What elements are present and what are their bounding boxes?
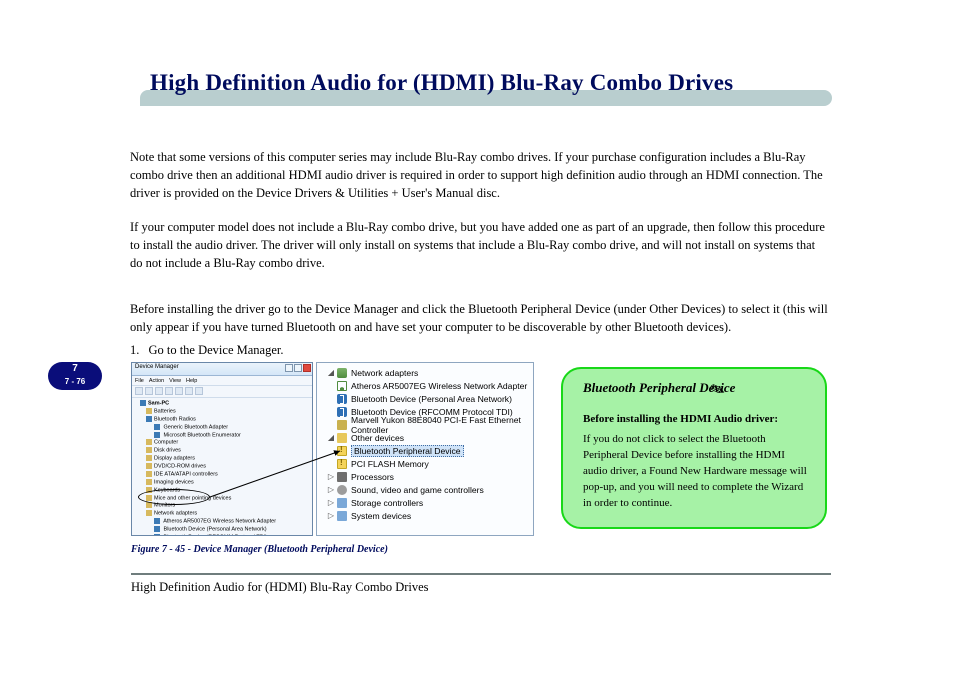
page-title: High Definition Audio for (HDMI) Blu-Ray… xyxy=(150,70,733,96)
tree-item[interactable]: Imaging devices xyxy=(140,479,308,487)
device-item[interactable]: Bluetooth Device (Personal Area Network) xyxy=(317,392,533,405)
tree-item[interactable]: Bluetooth Radios xyxy=(140,416,308,424)
step-number: 1. xyxy=(130,343,144,358)
category-system[interactable]: ▷System devices xyxy=(317,509,533,522)
device-bluetooth-peripheral[interactable]: Bluetooth Peripheral Device xyxy=(317,444,533,457)
step-text: Go to the Device Manager. xyxy=(148,343,283,357)
toolbar-icon[interactable] xyxy=(185,387,193,395)
toolbar-icon[interactable] xyxy=(145,387,153,395)
tree-item[interactable]: Batteries xyxy=(140,408,308,416)
menu-view[interactable]: View xyxy=(169,378,181,384)
tree-item[interactable]: Monitors xyxy=(140,502,308,510)
paragraph-1: Note that some versions of this computer… xyxy=(130,148,830,202)
tree-item[interactable]: Bluetooth Device (RFCOMM Protocol TDI) xyxy=(140,534,308,536)
screenshot-device-manager-small: Device Manager File Action View Help Sam… xyxy=(131,362,313,536)
window-controls xyxy=(285,364,311,372)
screenshot-device-manager-zoom: ◢Network adapters Atheros AR5007EG Wirel… xyxy=(316,362,534,536)
tree-item[interactable]: Atheros AR5007EG Wireless Network Adapte… xyxy=(140,518,308,526)
category-processors[interactable]: ▷Processors xyxy=(317,470,533,483)
menubar: File Action View Help xyxy=(132,376,312,386)
paragraph-3: Before installing the driver go to the D… xyxy=(130,300,830,336)
page-number-box: 7 7 - 76 xyxy=(48,362,102,390)
toolbar xyxy=(132,386,312,398)
tree-item[interactable]: Disk drives xyxy=(140,447,308,455)
tree-item[interactable]: Microsoft Bluetooth Enumerator xyxy=(140,432,308,440)
minimize-icon[interactable] xyxy=(285,364,293,372)
tree-item[interactable]: Mice and other pointing devices xyxy=(140,495,308,503)
toolbar-icon[interactable] xyxy=(155,387,163,395)
category-storage[interactable]: ▷Storage controllers xyxy=(317,496,533,509)
tree-item[interactable]: IDE ATA/ATAPI controllers xyxy=(140,471,308,479)
note-heading: Bluetooth Peripheral Device xyxy=(583,379,807,398)
close-icon[interactable] xyxy=(303,364,311,372)
device-item[interactable]: Atheros AR5007EG Wireless Network Adapte… xyxy=(317,379,533,392)
page-section: 7 xyxy=(48,362,102,375)
window-titlebar: Device Manager xyxy=(132,363,312,376)
tree-root[interactable]: Sam-PC xyxy=(140,400,308,408)
menu-action[interactable]: Action xyxy=(149,378,164,384)
toolbar-icon[interactable] xyxy=(165,387,173,395)
note-callout: ✎ Bluetooth Peripheral Device Before ins… xyxy=(561,367,827,529)
footer-divider xyxy=(131,573,831,575)
category-sound[interactable]: ▷Sound, video and game controllers xyxy=(317,483,533,496)
step-1: 1. Go to the Device Manager. xyxy=(130,341,830,359)
toolbar-icon[interactable] xyxy=(135,387,143,395)
figure-caption: Figure 7 - 45 - Device Manager (Bluetoot… xyxy=(131,544,388,555)
footer-text: High Definition Audio for (HDMI) Blu-Ray… xyxy=(131,580,429,595)
menu-help[interactable]: Help xyxy=(186,378,197,384)
note-body: If you do not click to select the Blueto… xyxy=(583,432,807,512)
page-number: 7 - 76 xyxy=(48,375,102,388)
tree-item[interactable]: Bluetooth Device (Personal Area Network) xyxy=(140,526,308,534)
tree-item[interactable]: Network adapters xyxy=(140,510,308,518)
tree-item[interactable]: Generic Bluetooth Adapter xyxy=(140,424,308,432)
maximize-icon[interactable] xyxy=(294,364,302,372)
device-item[interactable]: Marvell Yukon 88E8040 PCI-E Fast Etherne… xyxy=(317,418,533,431)
device-item[interactable]: PCI FLASH Memory xyxy=(317,457,533,470)
paragraph-2: If your computer model does not include … xyxy=(130,218,830,272)
tree-item[interactable]: DVD/CD-ROM drives xyxy=(140,463,308,471)
toolbar-icon[interactable] xyxy=(195,387,203,395)
tree-item[interactable]: Keyboards xyxy=(140,487,308,495)
category-network-adapters[interactable]: ◢Network adapters xyxy=(317,366,533,379)
toolbar-icon[interactable] xyxy=(175,387,183,395)
device-tree: Sam-PC Batteries Bluetooth Radios Generi… xyxy=(132,398,312,536)
window-title: Device Manager xyxy=(135,364,179,370)
tree-item[interactable]: Display adapters xyxy=(140,455,308,463)
note-subheading: Before installing the HDMI Audio driver: xyxy=(583,412,807,428)
tree-item[interactable]: Computer xyxy=(140,439,308,447)
menu-file[interactable]: File xyxy=(135,378,144,384)
